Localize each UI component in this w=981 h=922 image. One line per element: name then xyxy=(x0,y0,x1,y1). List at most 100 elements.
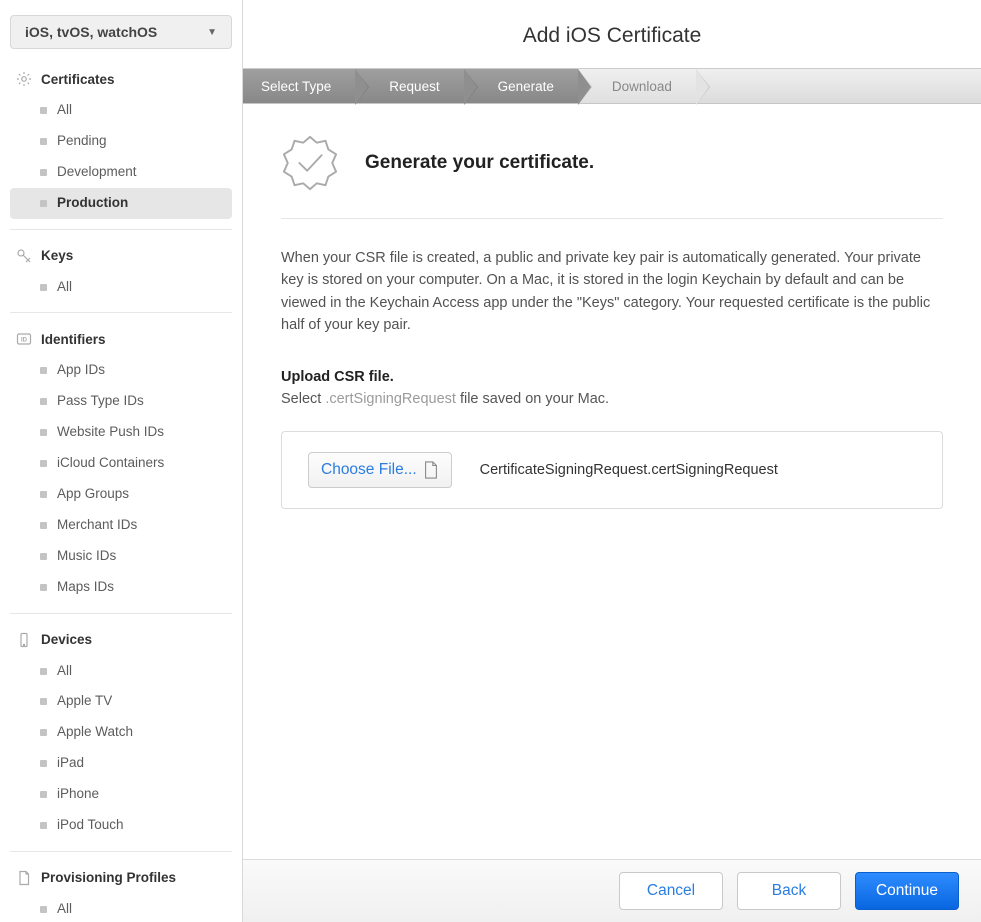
upload-box: Choose File... CertificateSigningRequest… xyxy=(281,431,943,509)
sidebar-item-certificates-2[interactable]: Development xyxy=(10,157,232,188)
bullet-icon xyxy=(40,398,47,405)
bullet-icon xyxy=(40,429,47,436)
sidebar-item-label: Apple Watch xyxy=(57,723,133,742)
bullet-icon xyxy=(40,760,47,767)
choose-file-label: Choose File... xyxy=(321,461,417,479)
platform-selector[interactable]: iOS, tvOS, watchOS ▼ xyxy=(10,15,232,49)
divider xyxy=(10,312,232,313)
wizard-step-label: Select Type xyxy=(261,79,331,94)
sidebar-item-label: App IDs xyxy=(57,361,105,380)
sidebar-item-label: All xyxy=(57,101,72,120)
sidebar-item-keys-0[interactable]: All xyxy=(10,272,232,303)
sidebar-section-title: Keys xyxy=(41,248,73,263)
wizard-step-label: Generate xyxy=(498,79,554,94)
sidebar-section-header-certificates[interactable]: Certificates xyxy=(10,67,232,91)
id-icon: ID xyxy=(16,331,32,347)
back-button[interactable]: Back xyxy=(737,872,841,910)
sidebar-section-items: All xyxy=(10,272,232,303)
sidebar-item-label: Merchant IDs xyxy=(57,516,137,535)
sidebar-item-identifiers-5[interactable]: Merchant IDs xyxy=(10,510,232,541)
sidebar-section-header-identifiers[interactable]: ID Identifiers xyxy=(10,327,232,351)
sidebar-item-identifiers-7[interactable]: Maps IDs xyxy=(10,572,232,603)
sidebar-section-items: All Apple TV Apple Watch iPad iPhone iPod Tou… xyxy=(10,656,232,841)
wizard-step-label: Request xyxy=(389,79,439,94)
sidebar-section-items: All Pending Development Production xyxy=(10,95,232,219)
sidebar-item-certificates-3[interactable]: Production xyxy=(10,188,232,219)
sidebar-item-label: Pass Type IDs xyxy=(57,392,144,411)
bullet-icon xyxy=(40,906,47,913)
footer-bar: Cancel Back Continue xyxy=(243,859,981,922)
device-icon xyxy=(16,632,32,648)
file-icon xyxy=(423,461,439,479)
cancel-button[interactable]: Cancel xyxy=(619,872,723,910)
sidebar-item-label: iPhone xyxy=(57,785,99,804)
sidebar-item-label: iCloud Containers xyxy=(57,454,164,473)
bullet-icon xyxy=(40,584,47,591)
bullet-icon xyxy=(40,367,47,374)
sidebar-item-devices-3[interactable]: iPad xyxy=(10,748,232,779)
continue-button[interactable]: Continue xyxy=(855,872,959,910)
wizard-step-label: Download xyxy=(612,79,672,94)
sidebar-item-label: Website Push IDs xyxy=(57,423,164,442)
bullet-icon xyxy=(40,200,47,207)
sidebar-item-label: App Groups xyxy=(57,485,129,504)
chevron-down-icon: ▼ xyxy=(207,27,217,38)
svg-text:ID: ID xyxy=(21,338,28,344)
sidebar-item-identifiers-2[interactable]: Website Push IDs xyxy=(10,417,232,448)
app-root: iOS, tvOS, watchOS ▼ Certificates All Pend… xyxy=(0,0,981,922)
upload-subtitle: Select .certSigningRequest file saved on… xyxy=(281,391,943,407)
sidebar-item-identifiers-3[interactable]: iCloud Containers xyxy=(10,448,232,479)
divider xyxy=(10,613,232,614)
sidebar-section-identifiers: ID Identifiers App IDs Pass Type IDs Website… xyxy=(10,327,232,602)
main-panel: Add iOS Certificate Select TypeRequestGe… xyxy=(243,0,981,922)
sidebar-item-label: All xyxy=(57,278,72,297)
sidebar-item-label: Apple TV xyxy=(57,692,112,711)
wizard-step-1: Request xyxy=(355,69,463,103)
sidebar-item-label: Maps IDs xyxy=(57,578,114,597)
choose-file-button[interactable]: Choose File... xyxy=(308,452,452,488)
sidebar-item-devices-1[interactable]: Apple TV xyxy=(10,686,232,717)
key-icon xyxy=(16,248,32,264)
sidebar-item-devices-5[interactable]: iPod Touch xyxy=(10,810,232,841)
sidebar-item-devices-0[interactable]: All xyxy=(10,656,232,687)
wizard-step-2: Generate xyxy=(464,69,578,103)
wizard-step-3: Download xyxy=(578,69,696,103)
sidebar-item-profiles-0[interactable]: All xyxy=(10,894,232,922)
body-text: When your CSR file is created, a public … xyxy=(281,247,943,337)
sidebar-item-label: Music IDs xyxy=(57,547,116,566)
sidebar-section-header-keys[interactable]: Keys xyxy=(10,244,232,268)
sidebar-section-header-devices[interactable]: Devices xyxy=(10,628,232,652)
sidebar-section-profiles: Provisioning ProfilesAllDevelopmentDistr… xyxy=(10,866,232,922)
sidebar-item-label: iPod Touch xyxy=(57,816,124,835)
bullet-icon xyxy=(40,107,47,114)
sidebar-section-devices: Devices All Apple TV Apple Watch iPad iPhone i… xyxy=(10,628,232,841)
sidebar-item-identifiers-0[interactable]: App IDs xyxy=(10,355,232,386)
sidebar-item-certificates-0[interactable]: All xyxy=(10,95,232,126)
sidebar-item-label: Development xyxy=(57,163,137,182)
sidebar-section-items: App IDs Pass Type IDs Website Push IDs iClo… xyxy=(10,355,232,602)
bullet-icon xyxy=(40,668,47,675)
wizard-steps: Select Type Request Generate Download xyxy=(243,68,981,104)
profile-icon xyxy=(16,870,32,886)
sidebar-item-identifiers-6[interactable]: Music IDs xyxy=(10,541,232,572)
sidebar-item-certificates-1[interactable]: Pending xyxy=(10,126,232,157)
sidebar: iOS, tvOS, watchOS ▼ Certificates All Pend… xyxy=(0,0,243,922)
sidebar-item-devices-4[interactable]: iPhone xyxy=(10,779,232,810)
gear-icon xyxy=(16,71,32,87)
sidebar-item-identifiers-1[interactable]: Pass Type IDs xyxy=(10,386,232,417)
upload-title: Upload CSR file. xyxy=(281,369,943,385)
wizard-step-0: Select Type xyxy=(243,69,355,103)
headline-row: Generate your certificate. xyxy=(281,134,943,218)
sidebar-item-label: Pending xyxy=(57,132,107,151)
sidebar-section-title: Identifiers xyxy=(41,332,106,347)
divider xyxy=(10,229,232,230)
sidebar-section-title: Devices xyxy=(41,632,92,647)
sidebar-item-identifiers-4[interactable]: App Groups xyxy=(10,479,232,510)
bullet-icon xyxy=(40,284,47,291)
sidebar-section-header-profiles[interactable]: Provisioning Profiles xyxy=(10,866,232,890)
sidebar-item-label: All xyxy=(57,900,72,919)
bullet-icon xyxy=(40,460,47,467)
sidebar-item-devices-2[interactable]: Apple Watch xyxy=(10,717,232,748)
selected-file-name: CertificateSigningRequest.certSigningReq… xyxy=(480,462,778,478)
bullet-icon xyxy=(40,522,47,529)
